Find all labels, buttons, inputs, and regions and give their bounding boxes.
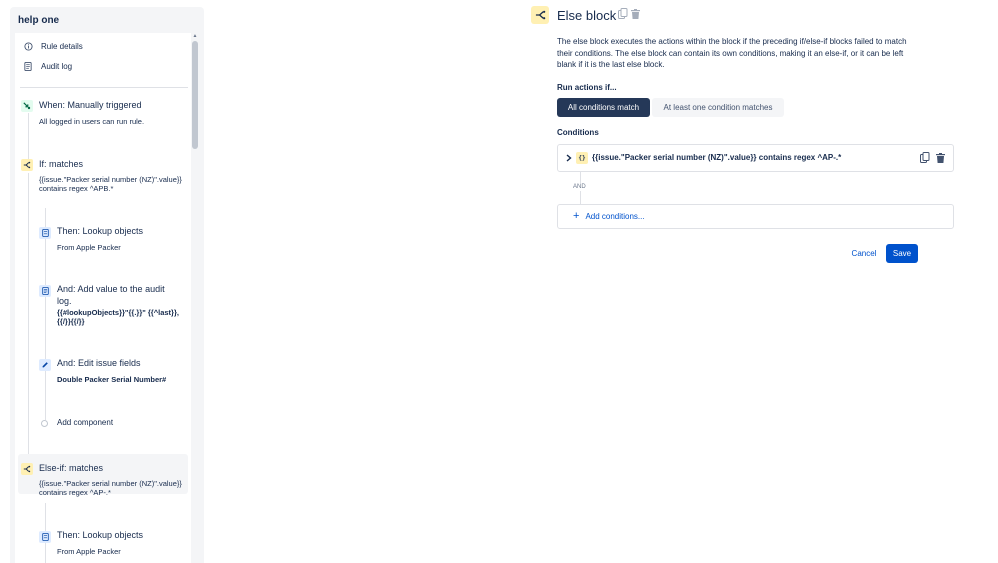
duplicate-button[interactable] (617, 6, 628, 24)
audit-icon (39, 285, 51, 297)
condition-text: {{issue."Packer serial number (NZ)".valu… (592, 153, 842, 162)
add-conditions-button[interactable]: + Add conditions... (557, 204, 954, 229)
editor-title: Else block (557, 8, 617, 23)
toggle-any-condition[interactable]: At least one condition matches (652, 98, 784, 117)
condition-row[interactable]: {} {{issue."Packer serial number (NZ)".v… (557, 144, 954, 172)
add-component-label: Add component (57, 418, 114, 427)
nav-rule-details[interactable]: Rule details (23, 38, 83, 54)
plus-icon: + (573, 210, 580, 222)
component-if[interactable]: If: matches {{issue."Packer serial numbe… (15, 153, 190, 193)
add-circle-icon (41, 420, 48, 427)
info-icon (23, 41, 33, 51)
copy-icon (617, 6, 628, 24)
else-block-icon (531, 6, 549, 24)
component-title: And: Edit issue fields (57, 358, 141, 368)
nav-audit-log-label: Audit log (41, 61, 73, 71)
add-conditions-label: Add conditions... (585, 212, 645, 221)
nav-audit-log[interactable]: Audit log (23, 58, 72, 74)
nav-rule-details-label: Rule details (41, 41, 83, 51)
branch-icon (21, 159, 33, 171)
component-subtitle: All logged in users can run rule. (39, 117, 145, 126)
component-title: When: Manually triggered (39, 100, 142, 110)
nav-divider (20, 87, 188, 88)
and-label: AND (571, 183, 588, 191)
copy-icon (920, 150, 930, 168)
run-actions-label: Run actions if... (557, 83, 617, 92)
chevron-right-icon[interactable] (565, 154, 573, 162)
delete-button[interactable] (630, 9, 641, 21)
lookup-icon (39, 227, 51, 239)
document-icon (23, 61, 33, 71)
component-subtitle: {{#lookupObjects}}"{{.}}" {{^last}}, {{/… (57, 308, 179, 326)
editor-description: The else block executes the actions with… (557, 37, 907, 69)
component-edit-issue[interactable]: And: Edit issue fields Double Packer Ser… (15, 353, 190, 384)
component-title: Then: Lookup objects (57, 226, 144, 236)
component-subtitle: Double Packer Serial Number# (57, 375, 167, 384)
component-title: Else-if: matches (39, 463, 104, 473)
component-trigger[interactable]: When: Manually triggered All logged in u… (15, 95, 190, 126)
component-subtitle: {{issue."Packer serial number (NZ)".valu… (39, 175, 182, 193)
lookup-icon (39, 531, 51, 543)
component-title: If: matches (39, 159, 84, 169)
conditions-label: Conditions (557, 128, 599, 137)
component-subtitle: {{issue."Packer serial number (NZ)".valu… (39, 479, 182, 497)
component-subtitle: From Apple Packer (57, 547, 121, 556)
duplicate-condition-button[interactable] (920, 151, 930, 164)
rule-title: help one (18, 15, 60, 26)
delete-condition-button[interactable] (935, 152, 945, 164)
component-else-if[interactable]: Else-if: matches {{issue."Packer serial … (15, 457, 190, 497)
rule-sidebar: help one Rule details Audit log When: Ma… (10, 7, 204, 563)
rule-components-list: Rule details Audit log When: Manually tr… (15, 33, 199, 563)
component-title: And: Add value to the audit log. (57, 284, 165, 306)
scrollbar[interactable]: ▲ (191, 33, 199, 563)
trash-icon (935, 150, 945, 168)
branch-icon (21, 463, 33, 475)
component-lookup[interactable]: Then: Lookup objects From Apple Packer (15, 525, 190, 556)
toggle-all-conditions[interactable]: All conditions match (557, 98, 650, 117)
scrollbar-thumb[interactable] (192, 41, 198, 149)
component-subtitle: From Apple Packer (57, 243, 121, 252)
cancel-button[interactable]: Cancel (846, 244, 882, 263)
component-audit-log[interactable]: And: Add value to the audit log. {{#look… (15, 279, 190, 329)
scroll-up-arrow-icon[interactable]: ▲ (192, 33, 198, 39)
curly-braces-icon: {} (576, 152, 588, 164)
edit-icon (39, 359, 51, 371)
component-lookup[interactable]: Then: Lookup objects From Apple Packer (15, 221, 190, 252)
save-button[interactable]: Save (886, 244, 918, 263)
add-component-button[interactable]: Add component (15, 413, 190, 431)
trash-icon (631, 6, 640, 24)
trigger-icon (21, 100, 33, 112)
component-title: Then: Lookup objects (57, 530, 144, 540)
